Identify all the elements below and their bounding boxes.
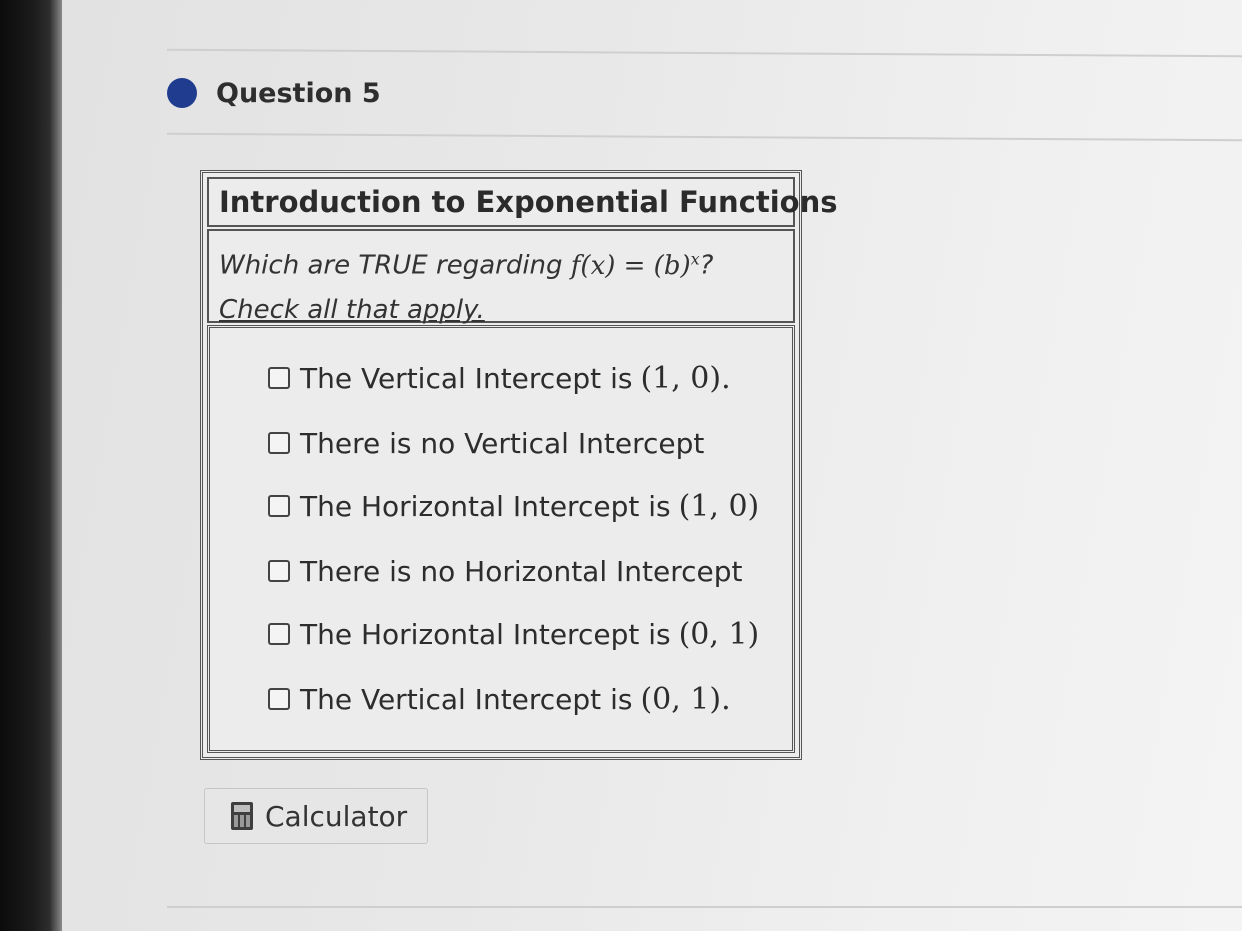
option-vertical-intercept-1-0[interactable]: The Vertical Intercept is (1, 0). (268, 353, 731, 403)
options-list: The Vertical Intercept is (1, 0). There … (207, 325, 795, 753)
monitor-bezel (0, 0, 62, 931)
calculator-label: Calculator (265, 799, 408, 833)
checkbox[interactable] (268, 623, 290, 645)
option-label: The Vertical Intercept is (300, 361, 633, 395)
calculator-icon (231, 802, 253, 830)
checkbox[interactable] (268, 688, 290, 710)
option-math: (1, 0) (678, 488, 760, 524)
option-no-horizontal-intercept[interactable]: There is no Horizontal Intercept (268, 546, 743, 596)
prompt-text: Which are TRUE regarding (219, 250, 571, 281)
prompt-formula: f(x) = (b)x (570, 249, 700, 281)
option-math: (0, 1). (640, 681, 731, 717)
card-prompt: Which are TRUE regarding f(x) = (b)x? Ch… (207, 229, 795, 325)
divider-top (167, 48, 1242, 58)
prompt-line: Which are TRUE regarding f(x) = (b)x? (219, 237, 783, 288)
checkbox[interactable] (268, 432, 290, 454)
prompt-end: ? (699, 250, 714, 281)
option-label: The Horizontal Intercept is (300, 617, 671, 651)
option-label: There is no Horizontal Intercept (300, 554, 743, 588)
calculator-button[interactable]: Calculator (204, 788, 428, 844)
checkbox[interactable] (268, 495, 290, 517)
option-no-vertical-intercept[interactable]: There is no Vertical Intercept (268, 418, 704, 468)
option-vertical-intercept-0-1[interactable]: The Vertical Intercept is (0, 1). (268, 674, 731, 724)
divider-bottom (167, 906, 1242, 908)
question-status-dot (167, 78, 197, 108)
prompt-exponent: x (690, 249, 700, 268)
checkbox[interactable] (268, 367, 290, 389)
option-label: There is no Vertical Intercept (300, 426, 705, 460)
option-horizontal-intercept-0-1[interactable]: The Horizontal Intercept is (0, 1) (268, 609, 759, 659)
card-heading: Introduction to Exponential Functions (207, 177, 838, 227)
question-title: Question 5 (216, 78, 381, 109)
divider-mid (167, 132, 1242, 142)
option-label: The Vertical Intercept is (300, 682, 633, 716)
screen: Question 5 Introduction to Exponential F… (62, 0, 1242, 931)
question-card: Introduction to Exponential Functions Wh… (200, 170, 838, 760)
option-math: (0, 1) (678, 616, 760, 652)
option-label: The Horizontal Intercept is (300, 489, 671, 523)
option-horizontal-intercept-1-0[interactable]: The Horizontal Intercept is (1, 0) (268, 481, 759, 531)
checkbox[interactable] (268, 560, 290, 582)
option-math: (1, 0). (640, 360, 731, 396)
